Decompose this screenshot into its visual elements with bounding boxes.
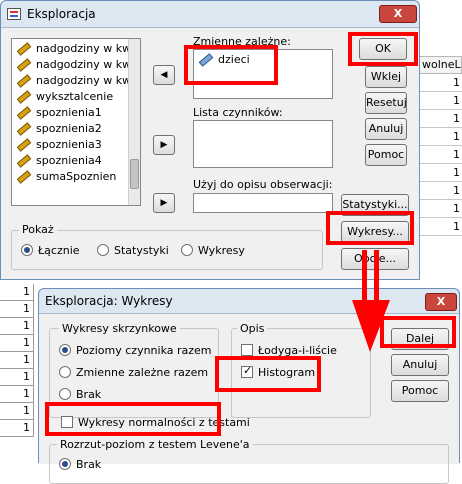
annotation-arrow (352, 250, 390, 352)
